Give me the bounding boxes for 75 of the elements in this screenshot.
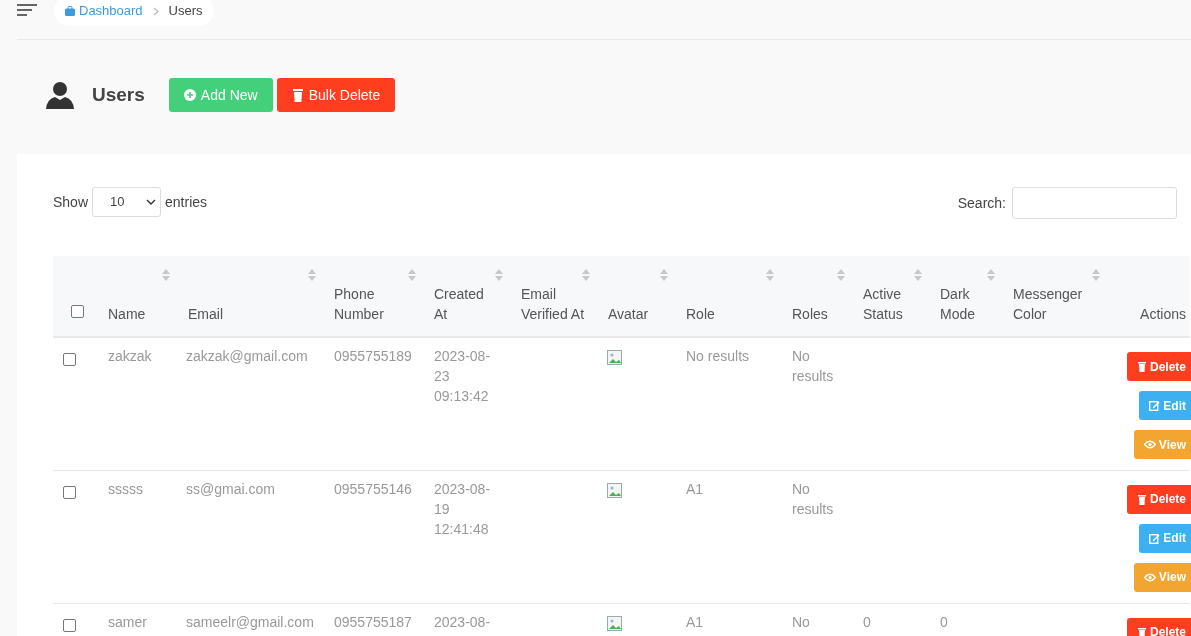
sort-icon[interactable] [308, 269, 316, 281]
chevron-icon [152, 6, 159, 16]
edit-icon [1149, 400, 1161, 411]
trash-icon [1136, 626, 1147, 636]
table-cell: 0 [940, 613, 948, 630]
column-header[interactable]: Email [188, 304, 312, 324]
table-cell: 0 [863, 613, 871, 630]
delete-button[interactable]: Delete [1126, 484, 1191, 514]
sort-icon[interactable] [1092, 269, 1100, 281]
table-cell: No [792, 613, 810, 630]
table-cell: samer [108, 613, 147, 630]
edit-icon [1149, 532, 1161, 544]
broken-image-icon [607, 350, 623, 366]
table-cell: 2023-08-23 09:13:42 [434, 348, 491, 404]
search-label: Search: [957, 193, 1006, 213]
column-header[interactable]: Messenger Color [1013, 284, 1096, 324]
column-header[interactable]: Dark Mode [940, 284, 991, 324]
table-cell: No results [792, 348, 834, 384]
eye-icon [1143, 572, 1156, 582]
delete-button[interactable]: Delete [1126, 352, 1191, 381]
delete-button[interactable]: Delete [1126, 617, 1191, 636]
trash-icon [1136, 493, 1147, 505]
sort-icon[interactable] [766, 269, 774, 281]
column-header[interactable]: Role [686, 304, 770, 324]
table-cell: zakzak@gmail.com [186, 348, 308, 364]
table-cell: sssss [108, 480, 143, 497]
broken-image-icon [607, 482, 623, 499]
broken-image-icon [607, 615, 623, 632]
column-header[interactable]: Email Verified At [521, 284, 586, 324]
sort-icon[interactable] [495, 269, 503, 281]
eye-icon [1143, 440, 1156, 449]
sort-icon[interactable] [987, 269, 995, 281]
table-cell: No results [686, 348, 750, 364]
column-header[interactable]: Name [108, 304, 166, 324]
checkbox[interactable] [63, 353, 76, 366]
trash-icon [291, 88, 304, 102]
sort-icon[interactable] [837, 269, 845, 281]
briefcase-icon [65, 6, 75, 16]
table-cell: 0955755146 [334, 480, 412, 497]
trash-icon [1136, 361, 1147, 372]
column-header[interactable]: Avatar [608, 304, 664, 324]
user-icon [45, 81, 75, 109]
column-header[interactable]: Active Status [863, 284, 918, 324]
show-label: Show [53, 192, 89, 212]
table-cell: sameelr@gmail.com [186, 613, 314, 630]
entries-label: entries [165, 192, 208, 212]
plus-circle-icon [183, 89, 196, 101]
sort-icon[interactable] [162, 269, 170, 281]
breadcrumb-current: Users [168, 2, 203, 21]
page-size-select[interactable]: 10 [92, 187, 162, 217]
caret-icon [146, 199, 157, 205]
table-cell: A1 [686, 613, 704, 630]
bulk-delete-button[interactable]: Bulk Delete [276, 78, 396, 112]
sort-icon[interactable] [660, 269, 668, 281]
sort-icon[interactable] [914, 269, 922, 281]
column-header[interactable]: Actions [1118, 304, 1186, 324]
table-cell: 0955755189 [334, 348, 412, 364]
menu-icon[interactable] [17, 4, 37, 16]
table-cell: 0955755187 [334, 613, 412, 630]
table-cell: ss@gmai.com [186, 480, 275, 497]
table-cell: 2023-08- [434, 613, 491, 630]
checkbox[interactable] [71, 305, 84, 318]
column-header[interactable]: Phone Number [334, 284, 412, 324]
checkbox[interactable] [63, 618, 76, 632]
table-cell: A1 [686, 480, 704, 497]
sort-icon[interactable] [582, 269, 590, 281]
table-cell: 2023-08-19 12:41:48 [434, 480, 491, 537]
column-header[interactable]: Roles [792, 304, 841, 324]
column-header[interactable]: Created At [434, 284, 499, 324]
page-title: Users [92, 82, 145, 107]
sort-icon[interactable] [408, 269, 416, 281]
table-cell: No results [792, 480, 834, 517]
checkbox[interactable] [63, 485, 76, 499]
table-cell: zakzak [108, 348, 152, 364]
search-field[interactable] [1012, 187, 1177, 219]
